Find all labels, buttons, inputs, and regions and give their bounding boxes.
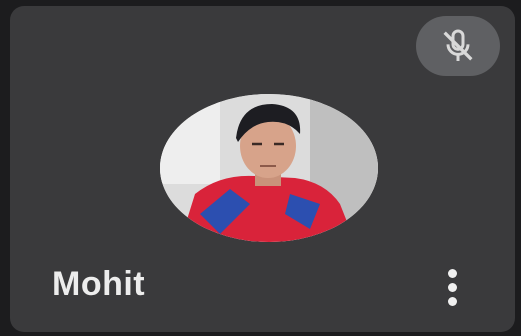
more-vertical-icon: [447, 268, 457, 278]
participant-avatar: [160, 94, 378, 242]
participant-tile[interactable]: Mohit: [10, 6, 515, 332]
participant-photo: [160, 94, 378, 242]
more-vertical-icon-dot: [447, 282, 457, 292]
more-vertical-icon-dot: [447, 296, 457, 306]
more-options-button[interactable]: [432, 261, 472, 313]
participant-name: Mohit: [52, 265, 146, 303]
mic-off-icon: [443, 29, 473, 61]
mute-indicator: [416, 16, 500, 76]
